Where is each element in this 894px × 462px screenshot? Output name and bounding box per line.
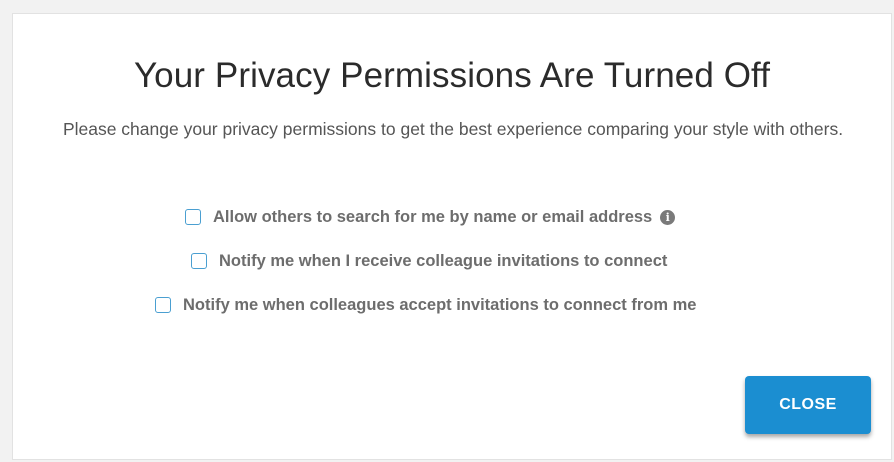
info-icon[interactable]: i <box>660 209 676 225</box>
option-allow-search[interactable]: Allow others to search for me by name or… <box>185 205 676 229</box>
allow-search-label: Allow others to search for me by name or… <box>213 207 653 226</box>
option-notify-invitations[interactable]: Notify me when I receive colleague invit… <box>191 249 667 273</box>
notify-accepted-label: Notify me when colleagues accept invitat… <box>183 295 697 314</box>
notify-invitations-label: Notify me when I receive colleague invit… <box>219 251 668 270</box>
notify-invitations-checkbox[interactable] <box>191 253 207 269</box>
dialog-title: Your Privacy Permissions Are Turned Off <box>133 56 771 95</box>
allow-search-checkbox[interactable] <box>185 209 201 225</box>
dialog-description: Please change your privacy permissions t… <box>62 119 844 139</box>
option-notify-accepted[interactable]: Notify me when colleagues accept invitat… <box>155 293 696 317</box>
notify-accepted-checkbox[interactable] <box>155 297 171 313</box>
close-button[interactable]: CLOSE <box>745 376 871 434</box>
privacy-permissions-dialog: Your Privacy Permissions Are Turned Off … <box>12 13 892 460</box>
